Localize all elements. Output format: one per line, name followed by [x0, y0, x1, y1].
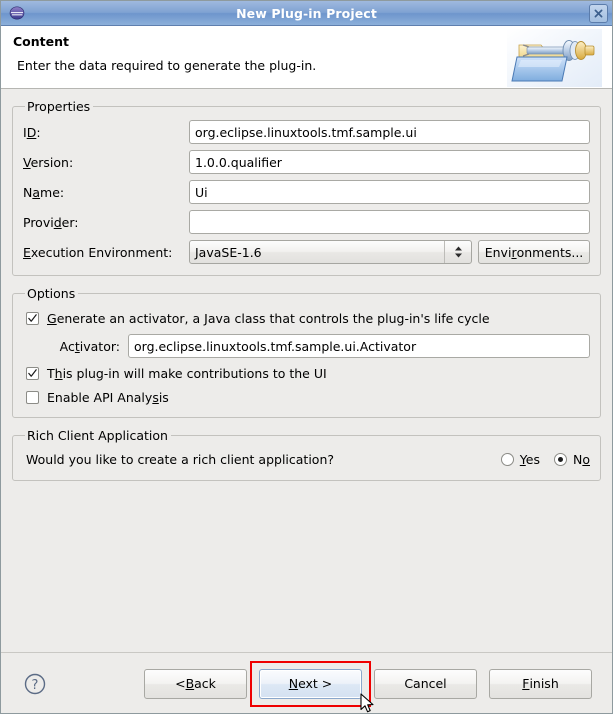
- window-title: New Plug-in Project: [236, 5, 377, 21]
- activator-row: Activator:: [26, 333, 590, 359]
- rich-client-row: Would you like to create a rich client a…: [26, 447, 590, 471]
- rich-client-question: Would you like to create a rich client a…: [26, 451, 335, 467]
- properties-group: Properties ID: Version: Name: Provider: …: [12, 99, 601, 276]
- title-bar: New Plug-in Project: [1, 1, 612, 26]
- field-row-execution-environment: Execution Environment: JavaSE-1.6 Envi r o…: [23, 238, 590, 266]
- name-input[interactable]: [189, 180, 590, 204]
- dialog-footer: ? < Back Next > Cancel Finish: [1, 652, 612, 713]
- rich-client-no-radio[interactable]: [553, 452, 567, 466]
- wizard-header: Content Enter the data required to gener…: [1, 26, 612, 89]
- rich-client-no-option[interactable]: No: [553, 451, 590, 467]
- id-label: ID:: [23, 124, 41, 140]
- chevron-updown-icon: [444, 241, 471, 263]
- cancel-button[interactable]: Cancel: [374, 668, 477, 699]
- back-button[interactable]: < Back: [144, 668, 247, 699]
- ui-contributions-label: This plug-in will make contributions to …: [47, 365, 327, 381]
- close-icon[interactable]: [589, 3, 608, 23]
- svg-text:?: ?: [32, 678, 39, 693]
- field-row-id: ID:: [23, 118, 590, 146]
- id-input[interactable]: [189, 120, 590, 144]
- api-analysis-label: Enable API Analysis: [47, 389, 169, 405]
- options-legend: Options: [27, 286, 76, 301]
- ui-contributions-row[interactable]: This plug-in will make contributions to …: [26, 362, 590, 384]
- generate-activator-label: Generate an activator, a Java class that…: [47, 310, 490, 326]
- version-label: Version:: [23, 154, 74, 170]
- rich-client-yes-label: Yes: [519, 451, 540, 467]
- activator-input[interactable]: [128, 334, 590, 358]
- field-row-provider: Provider:: [23, 208, 590, 236]
- generate-activator-checkbox[interactable]: [26, 311, 39, 325]
- environments-button[interactable]: Envi r onments...: [478, 240, 590, 264]
- next-button[interactable]: Next >: [259, 668, 362, 699]
- api-analysis-row[interactable]: Enable API Analysis: [26, 386, 590, 408]
- name-label: Name:: [23, 184, 65, 200]
- provider-label: Provider:: [23, 214, 79, 230]
- eclipse-logo-icon: [8, 4, 26, 22]
- new-plugin-project-dialog: New Plug-in Project Content Enter the da…: [0, 0, 613, 714]
- next-button-wrapper: Next >: [250, 660, 374, 712]
- activator-label: Activator:: [59, 338, 120, 354]
- provider-input[interactable]: [189, 210, 590, 234]
- api-analysis-checkbox[interactable]: [26, 390, 39, 404]
- plugin-folder-icon: [507, 29, 602, 87]
- rich-client-yes-radio[interactable]: [500, 452, 514, 466]
- finish-button[interactable]: Finish: [489, 668, 592, 699]
- help-question-icon[interactable]: ?: [23, 672, 47, 696]
- options-group: Options Generate an activator, a Java cl…: [12, 286, 601, 418]
- execution-environment-label: Execution Environment:: [23, 244, 173, 260]
- version-input[interactable]: [189, 150, 590, 174]
- ui-contributions-checkbox[interactable]: [26, 366, 39, 380]
- rich-client-group: Rich Client Application Would you like t…: [12, 428, 601, 481]
- rich-client-yes-option[interactable]: Yes: [500, 451, 540, 467]
- properties-legend: Properties: [27, 99, 91, 114]
- rich-client-legend: Rich Client Application: [27, 428, 168, 443]
- execution-environment-value: JavaSE-1.6: [195, 244, 262, 260]
- rich-client-no-label: No: [572, 451, 590, 467]
- generate-activator-row[interactable]: Generate an activator, a Java class that…: [26, 307, 590, 329]
- field-row-name: Name:: [23, 178, 590, 206]
- footer-button-bar: < Back Next > Cancel Finish: [144, 660, 600, 712]
- dialog-body: Properties ID: Version: Name: Provider: …: [1, 89, 612, 652]
- execution-environment-combo[interactable]: JavaSE-1.6: [189, 240, 472, 264]
- field-row-version: Version:: [23, 148, 590, 176]
